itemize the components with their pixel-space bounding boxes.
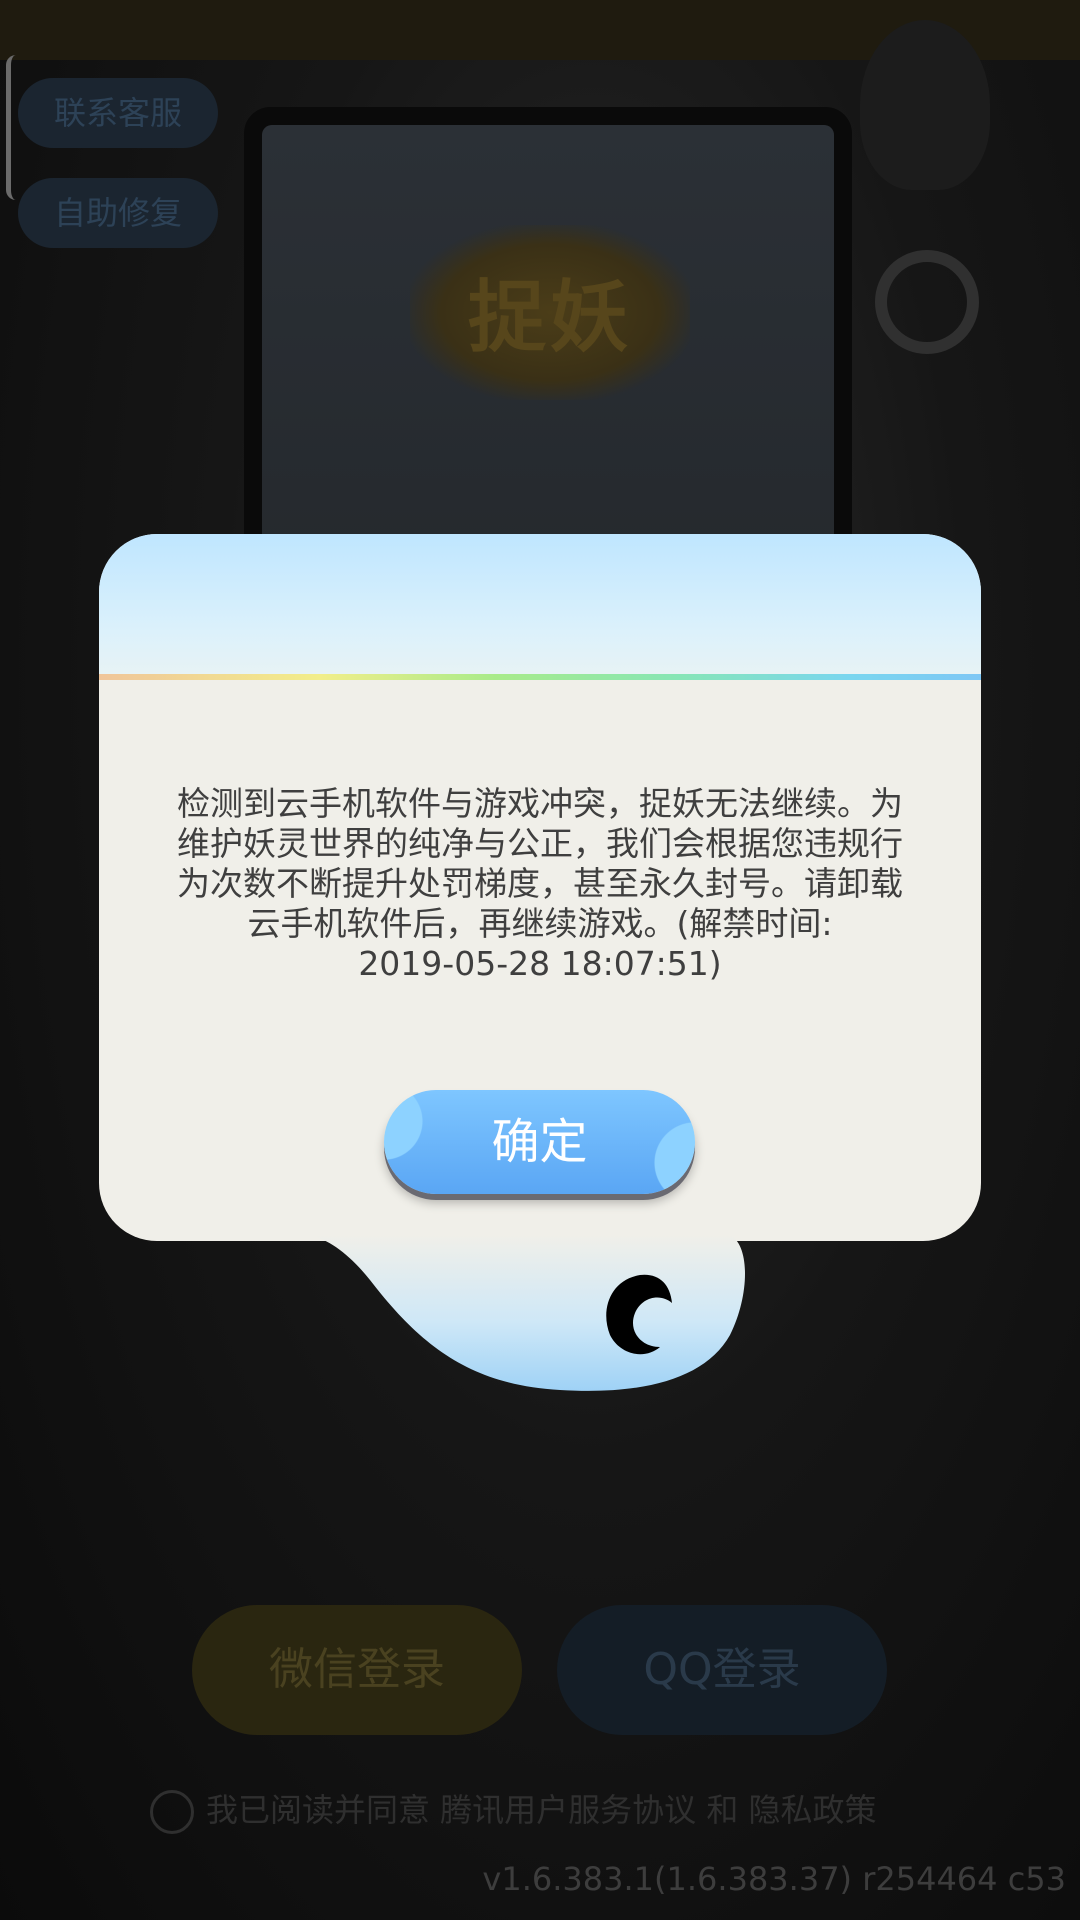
dialog-header <box>99 534 981 674</box>
wechat-login-button[interactable]: 微信登录 <box>192 1605 522 1735</box>
confirm-button[interactable]: 确定 <box>384 1090 695 1194</box>
contact-support-button[interactable]: 联系客服 <box>18 78 218 148</box>
dialog-message: 检测到云手机软件与游戏冲突，捉妖无法继续。为 维护妖灵世界的纯净与公正，我们会根… <box>177 784 903 983</box>
background-ring-ornament <box>875 250 979 354</box>
background-hook-ornament <box>860 20 990 190</box>
agreement-row: 我已阅读并同意 腾讯用户服务协议 和 隐私政策 <box>150 1785 950 1834</box>
version-label: v1.6.383.1(1.6.383.37) r254464 c53 <box>482 1860 1066 1898</box>
dialog-rainbow-divider <box>99 674 981 680</box>
qq-login-button[interactable]: QQ登录 <box>557 1605 887 1735</box>
agreement-text: 我已阅读并同意 腾讯用户服务协议 和 隐私政策 <box>206 1791 877 1829</box>
self-repair-button[interactable]: 自助修复 <box>18 178 218 248</box>
agreement-checkbox[interactable] <box>150 1790 194 1834</box>
screen: 捉妖 联系客服 自助修复 微信登录 QQ登录 我已阅读并同意 腾讯用户服务协议 … <box>0 0 1080 1920</box>
background-edge-arc <box>6 55 21 200</box>
game-logo-text: 捉妖 <box>467 273 632 363</box>
conflict-dialog: 检测到云手机软件与游戏冲突，捉妖无法继续。为 维护妖灵世界的纯净与公正，我们会根… <box>99 534 981 1241</box>
dialog-tail-ornament <box>310 1235 745 1391</box>
